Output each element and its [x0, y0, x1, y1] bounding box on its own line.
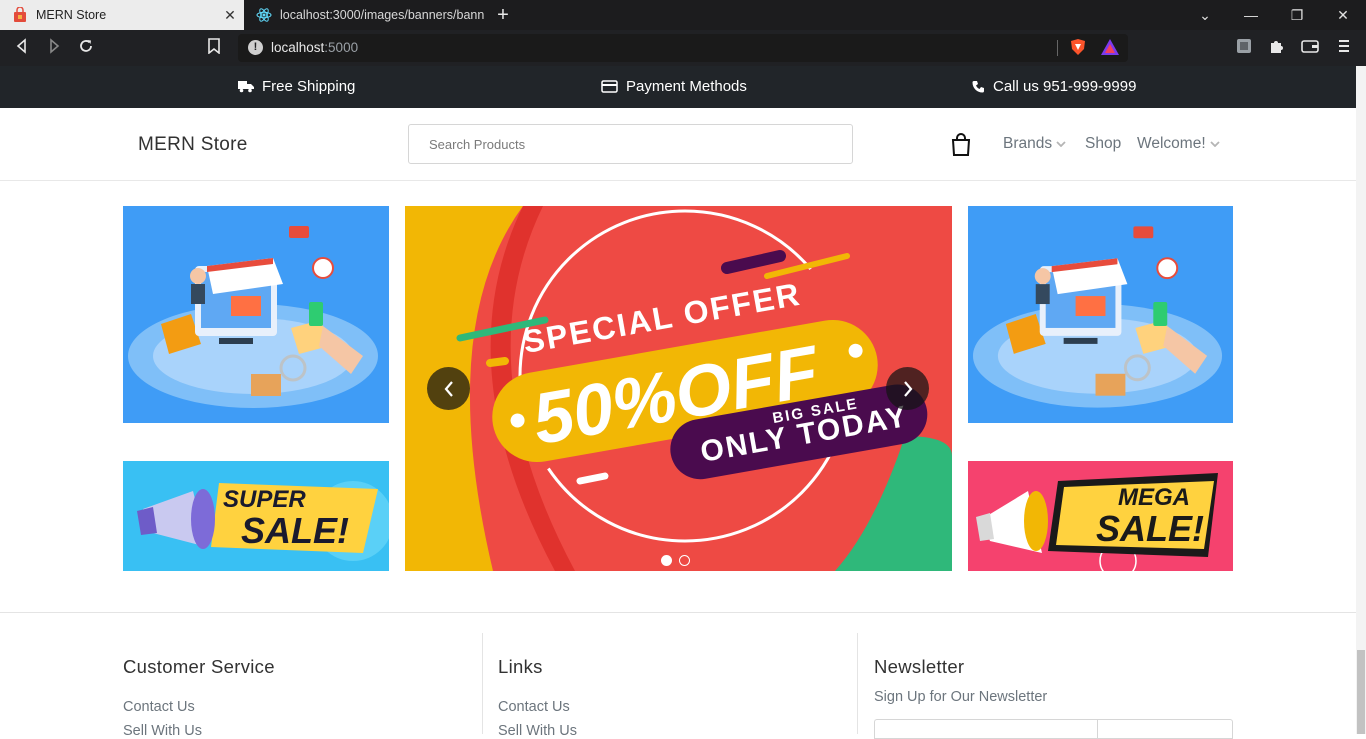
newsletter-subtitle: Sign Up for Our Newsletter — [874, 689, 1048, 705]
chevron-down-icon — [1056, 141, 1066, 147]
store-favicon-icon — [14, 7, 26, 22]
menu-icon[interactable] — [1333, 38, 1355, 58]
links-title: Links — [498, 656, 543, 677]
tab-banner-image[interactable]: localhost:3000/images/banners/banne — [244, 0, 484, 30]
wallet-icon[interactable] — [1299, 38, 1321, 58]
react-favicon-icon — [256, 8, 272, 22]
sale-text: SALE! — [241, 510, 349, 551]
footer-divider — [0, 612, 1356, 613]
close-tab-icon[interactable]: ✕ — [220, 7, 240, 24]
page-scrollbar-thumb[interactable] — [1357, 650, 1365, 734]
footer-column-divider — [482, 633, 483, 734]
footer-link-sell-with-us[interactable]: Sell With Us — [498, 723, 577, 739]
tab-title: MERN Store — [36, 8, 107, 22]
nav-shop-label: Shop — [1085, 135, 1122, 152]
chevron-down-icon — [1209, 141, 1220, 147]
close-window-icon[interactable]: ✕ — [1320, 0, 1366, 30]
sale-text: SALE! — [1096, 508, 1204, 549]
brave-shield-icon[interactable] — [1067, 38, 1089, 58]
mega-sale-banner[interactable]: MEGA SALE! — [968, 461, 1233, 571]
address-bar-separator — [1057, 40, 1058, 56]
footer-column-divider — [857, 633, 858, 734]
reload-icon[interactable] — [75, 38, 97, 58]
nav-brands[interactable]: Brands — [1003, 135, 1066, 153]
footer-link-sell-with-us[interactable]: Sell With Us — [123, 723, 202, 739]
tab-mern-store[interactable]: MERN Store ✕ — [0, 0, 244, 30]
super-sale-art: SUPER SALE! — [137, 481, 389, 561]
newsletter-email-input[interactable] — [874, 719, 1098, 739]
url-text[interactable]: localhost:5000 — [271, 40, 358, 55]
newsletter-title: Newsletter — [874, 656, 965, 677]
free-shipping-item: Free Shipping — [238, 78, 355, 95]
mega-sale-art: MEGA SALE! — [976, 473, 1218, 571]
shopping-bag-icon[interactable] — [950, 133, 972, 157]
special-offer-slide: SPECIAL OFFER 50%OFF BIG SALE ONLY TODAY — [405, 206, 952, 571]
tab-title: localhost:3000/images/banners/banne — [280, 8, 484, 22]
customer-service-title: Customer Service — [123, 656, 275, 677]
payment-methods-item: Payment Methods — [601, 78, 747, 95]
search-input[interactable] — [408, 124, 853, 164]
site-header: MERN Store Brands Shop Welcome! — [0, 108, 1356, 181]
special-offer-carousel[interactable]: SPECIAL OFFER 50%OFF BIG SALE ONLY TODAY — [405, 206, 952, 571]
browser-tab-bar: MERN Store ✕ localhost:3000/images/banne… — [0, 0, 1366, 30]
footer-link-contact-us[interactable]: Contact Us — [123, 699, 195, 715]
free-shipping-label: Free Shipping — [262, 78, 356, 95]
call-us-label: Call us 951-999-9999 — [993, 78, 1137, 95]
tab-search-icon[interactable]: ⌄ — [1182, 0, 1228, 30]
carousel-dot-2[interactable] — [679, 555, 690, 566]
chevron-left-icon — [444, 380, 453, 397]
shop-illustration — [128, 226, 378, 408]
puzzle-extensions-icon[interactable] — [1265, 38, 1287, 58]
page-scrollbar[interactable] — [1356, 66, 1366, 734]
bookmark-icon[interactable] — [203, 38, 225, 58]
nav-welcome[interactable]: Welcome! — [1137, 135, 1220, 153]
minimize-icon[interactable]: — — [1228, 0, 1274, 30]
shop-promo-banner-right[interactable] — [968, 206, 1233, 423]
brave-rewards-icon[interactable] — [1099, 38, 1121, 58]
newsletter-subscribe-button[interactable] — [1097, 719, 1233, 739]
brand-logo[interactable]: MERN Store — [138, 134, 248, 156]
payment-methods-label: Payment Methods — [626, 78, 747, 95]
nav-shop[interactable]: Shop — [1085, 135, 1121, 153]
super-sale-banner[interactable]: SUPER SALE! — [123, 461, 389, 571]
shop-illustration — [972, 226, 1223, 408]
mega-text: MEGA — [1118, 484, 1190, 511]
credit-card-icon — [601, 80, 618, 93]
nav-brands-label: Brands — [1003, 135, 1053, 152]
extension-icon[interactable] — [1233, 38, 1255, 58]
call-us-item: Call us 951-999-9999 — [972, 78, 1136, 95]
forward-icon[interactable] — [43, 38, 65, 58]
nav-welcome-label: Welcome! — [1137, 135, 1206, 152]
footer-link-contact-us[interactable]: Contact Us — [498, 699, 570, 715]
shop-promo-banner-left[interactable] — [123, 206, 389, 423]
address-bar[interactable] — [238, 34, 1128, 62]
super-text: SUPER — [223, 486, 306, 513]
chevron-right-icon — [903, 380, 912, 397]
phone-icon — [972, 81, 984, 93]
new-tab-button[interactable]: + — [491, 4, 515, 26]
back-icon[interactable] — [11, 38, 33, 58]
carousel-prev-button[interactable] — [427, 367, 470, 410]
promo-bar: Free Shipping Payment Methods Call us 95… — [0, 66, 1356, 108]
truck-icon — [238, 81, 254, 93]
restore-icon[interactable]: ❐ — [1274, 0, 1320, 30]
carousel-dot-1[interactable] — [661, 555, 672, 566]
site-info-icon[interactable]: ! — [248, 40, 263, 55]
carousel-next-button[interactable] — [886, 367, 929, 410]
